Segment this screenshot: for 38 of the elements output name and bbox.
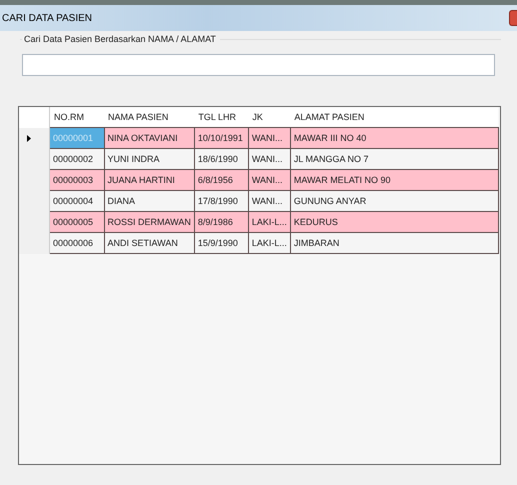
- column-header[interactable]: JK: [248, 107, 290, 128]
- column-header[interactable]: ALAMAT PASIEN: [290, 107, 498, 128]
- table-cell[interactable]: DIANA: [104, 190, 194, 212]
- table-cell[interactable]: KEDURUS: [290, 212, 498, 232]
- table-cell[interactable]: WANI...: [248, 170, 290, 190]
- table-cell[interactable]: MAWAR MELATI NO 90: [290, 170, 498, 190]
- table-cell[interactable]: 8/9/1986: [194, 212, 248, 232]
- table-cell[interactable]: LAKI-L...: [248, 232, 290, 254]
- window-title: CARI DATA PASIEN: [2, 12, 92, 24]
- table-cell[interactable]: WANI...: [248, 128, 290, 148]
- table-cell[interactable]: MAWAR III NO 40: [290, 128, 498, 148]
- table-cell[interactable]: 15/9/1990: [194, 232, 248, 254]
- table-cell[interactable]: WANI...: [248, 190, 290, 212]
- table-cell[interactable]: 00000006: [50, 232, 104, 254]
- table-cell[interactable]: ANDI SETIAWAN: [104, 232, 194, 254]
- table-cell[interactable]: 18/6/1990: [194, 148, 248, 170]
- table-cell[interactable]: LAKI-L...: [248, 212, 290, 232]
- column-header[interactable]: NAMA PASIEN: [104, 107, 194, 128]
- table-cell[interactable]: JIMBARAN: [290, 232, 498, 254]
- close-button[interactable]: [509, 10, 517, 26]
- table-cell[interactable]: ROSSI DERMAWAN: [104, 212, 194, 232]
- search-field[interactable]: [22, 54, 495, 76]
- table-cell[interactable]: JUANA HARTINI: [104, 170, 194, 190]
- table-cell[interactable]: JL MANGGA NO 7: [290, 148, 498, 170]
- table-cell[interactable]: 17/8/1990: [194, 190, 248, 212]
- column-header[interactable]: NO.RM: [50, 107, 104, 128]
- group-label: Cari Data Pasien Berdasarkan NAMA / ALAMAT: [22, 34, 220, 44]
- column-header[interactable]: TGL LHR: [194, 107, 248, 128]
- table-cell[interactable]: NINA OKTAVIANI: [104, 128, 194, 148]
- table-cell[interactable]: GUNUNG ANYAR: [290, 190, 498, 212]
- table-cell[interactable]: 6/8/1956: [194, 170, 248, 190]
- table-cell[interactable]: 10/10/1991: [194, 128, 248, 148]
- table-cell[interactable]: WANI...: [248, 148, 290, 170]
- table-cell[interactable]: 00000002: [50, 148, 104, 170]
- table-cell[interactable]: 00000003: [50, 170, 104, 190]
- table-cell[interactable]: 00000004: [50, 190, 104, 212]
- table-cell[interactable]: YUNI INDRA: [104, 148, 194, 170]
- table-cell[interactable]: 00000005: [50, 212, 104, 232]
